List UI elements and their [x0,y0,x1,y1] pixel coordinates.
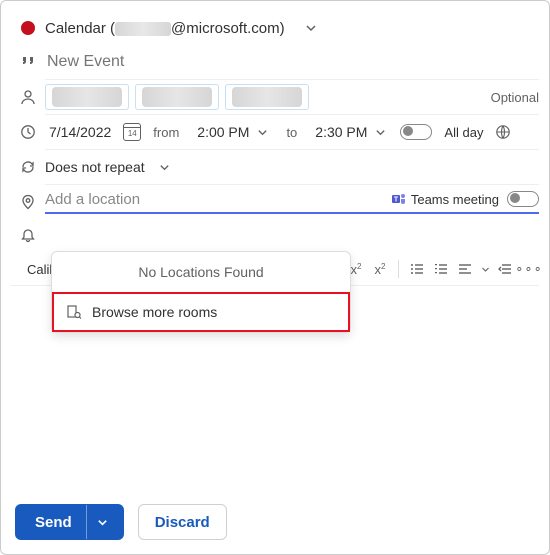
date-picker[interactable]: 7/14/2022 [45,122,115,142]
repeat-icon [11,159,45,175]
numbered-list-button[interactable] [431,262,451,276]
teams-icon: T [391,191,407,207]
timezone-icon[interactable] [495,124,511,140]
person-icon [11,89,45,105]
clock-icon [11,124,45,140]
discard-button[interactable]: Discard [138,504,227,540]
send-split-icon[interactable] [86,505,118,539]
more-options-button[interactable]: ∘∘∘ [519,261,539,277]
bell-icon [11,228,45,244]
recurrence-select[interactable]: Does not repeat [45,159,170,175]
from-label: from [149,125,183,140]
calendar-color-dot [21,21,35,35]
teams-meeting-label: Teams meeting [411,192,499,207]
location-input[interactable]: Add a location [45,191,385,208]
attendee-chip[interactable] [135,84,219,110]
location-icon [11,194,45,210]
calendar-account-label[interactable]: Calendar (@microsoft.com) [45,20,285,37]
outdent-button[interactable] [495,262,515,276]
teams-meeting-toggle[interactable] [507,191,539,207]
svg-text:T: T [394,197,399,204]
end-time-select[interactable]: 2:30 PM [309,122,392,142]
align-button[interactable] [455,262,475,276]
bulleted-list-button[interactable] [407,262,427,276]
calendar-icon[interactable] [123,123,141,141]
chevron-down-icon[interactable] [301,18,321,38]
no-locations-message: No Locations Found [52,252,350,292]
chevron-down-icon[interactable] [479,259,491,279]
attendee-chip[interactable] [45,84,129,110]
optional-attendees-button[interactable]: Optional [483,90,539,105]
event-title-input[interactable] [45,52,539,72]
start-time-select[interactable]: 2:00 PM [191,122,274,142]
quote-icon [11,54,45,70]
attendee-chip[interactable] [225,84,309,110]
attendees-field[interactable]: Optional [45,84,539,110]
all-day-toggle[interactable] [400,124,432,140]
room-search-icon [66,304,82,320]
subscript-button[interactable]: x2 [370,262,390,277]
location-suggestions-dropdown: No Locations Found Browse more rooms [51,251,351,333]
browse-more-rooms-button[interactable]: Browse more rooms [52,292,350,332]
to-label: to [282,125,301,140]
all-day-label: All day [440,125,487,140]
send-button[interactable]: Send [15,504,124,540]
